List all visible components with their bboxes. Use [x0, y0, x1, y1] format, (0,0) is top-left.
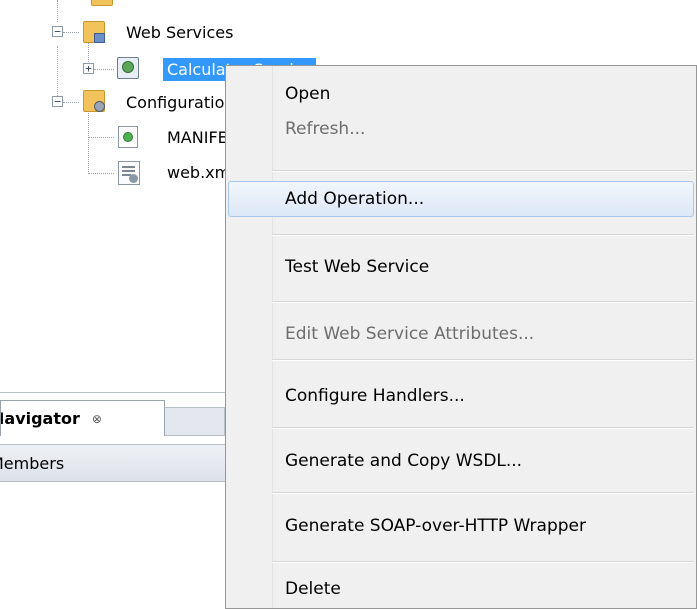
members-filter-bar[interactable]: Members [0, 444, 225, 482]
tree-guide-line [57, 46, 58, 96]
tree-branch-line [63, 102, 79, 103]
menu-item-delete[interactable]: Delete [226, 571, 696, 607]
tree-guide-line [88, 110, 89, 174]
menu-separator [272, 359, 694, 361]
menu-item-label: Test Web Service [285, 257, 430, 277]
menu-item-label: Edit Web Service Attributes... [285, 324, 535, 344]
menu-item-test-web-service[interactable]: Test Web Service [226, 249, 696, 285]
tab-navigator[interactable]: Navigator ⊗ [0, 400, 165, 436]
menu-item-add-operation[interactable]: Add Operation... [228, 181, 694, 217]
context-menu: Open Refresh... Add Operation... Test We… [225, 65, 697, 609]
menu-item-label: Refresh... [285, 119, 366, 139]
tree-branch-line [63, 32, 79, 33]
xml-file-icon [118, 161, 140, 185]
menu-item-label: Configure Handlers... [285, 386, 465, 406]
tree-branch-line [94, 69, 114, 70]
tree-item-label: Web Services [126, 22, 234, 42]
navigator-tab-title: Navigator [1, 409, 80, 428]
menu-item-label: Generate SOAP-over-HTTP Wrapper [285, 516, 586, 536]
menu-item-generate-copy-wsdl[interactable]: Generate and Copy WSDL... [226, 443, 696, 479]
menu-separator [272, 301, 694, 303]
menu-item-refresh: Refresh... [226, 111, 696, 147]
menu-separator [272, 427, 694, 429]
menu-item-label: Delete [285, 579, 341, 599]
menu-item-edit-web-service-attributes: Edit Web Service Attributes... [226, 316, 696, 352]
folder-icon [91, 0, 113, 6]
menu-separator [272, 170, 694, 172]
menu-separator [272, 234, 694, 236]
folder-icon [83, 21, 105, 43]
menu-item-label: Add Operation... [285, 189, 425, 209]
menu-separator [272, 492, 694, 494]
configuration-overlay-icon [94, 101, 105, 112]
manifest-file-icon [118, 126, 138, 148]
tab-strip [165, 407, 225, 436]
menu-item-generate-soap-wrapper[interactable]: Generate SOAP-over-HTTP Wrapper [226, 508, 696, 544]
expand-toggle[interactable]: + [83, 63, 94, 74]
menu-item-open[interactable]: Open [226, 76, 696, 112]
menu-separator [272, 561, 694, 563]
web-service-icon [117, 57, 139, 79]
tree-branch-line [88, 173, 114, 174]
collapse-toggle[interactable]: − [52, 26, 63, 37]
menu-item-label: Generate and Copy WSDL... [285, 451, 523, 471]
members-label: Members [0, 453, 65, 473]
menu-item-label: Open [285, 84, 331, 104]
menu-item-configure-handlers[interactable]: Configure Handlers... [226, 378, 696, 414]
navigator-content [0, 482, 225, 609]
collapse-toggle[interactable]: − [52, 96, 63, 107]
close-tab-icon[interactable]: ⊗ [92, 412, 102, 426]
folder-icon [83, 90, 105, 112]
tree-item-web-services[interactable]: Web Services [122, 18, 237, 46]
tree-branch-line [88, 137, 114, 138]
panel-divider [0, 392, 225, 393]
tree-guide-line [57, 0, 58, 22]
web-service-overlay-icon [94, 33, 105, 43]
